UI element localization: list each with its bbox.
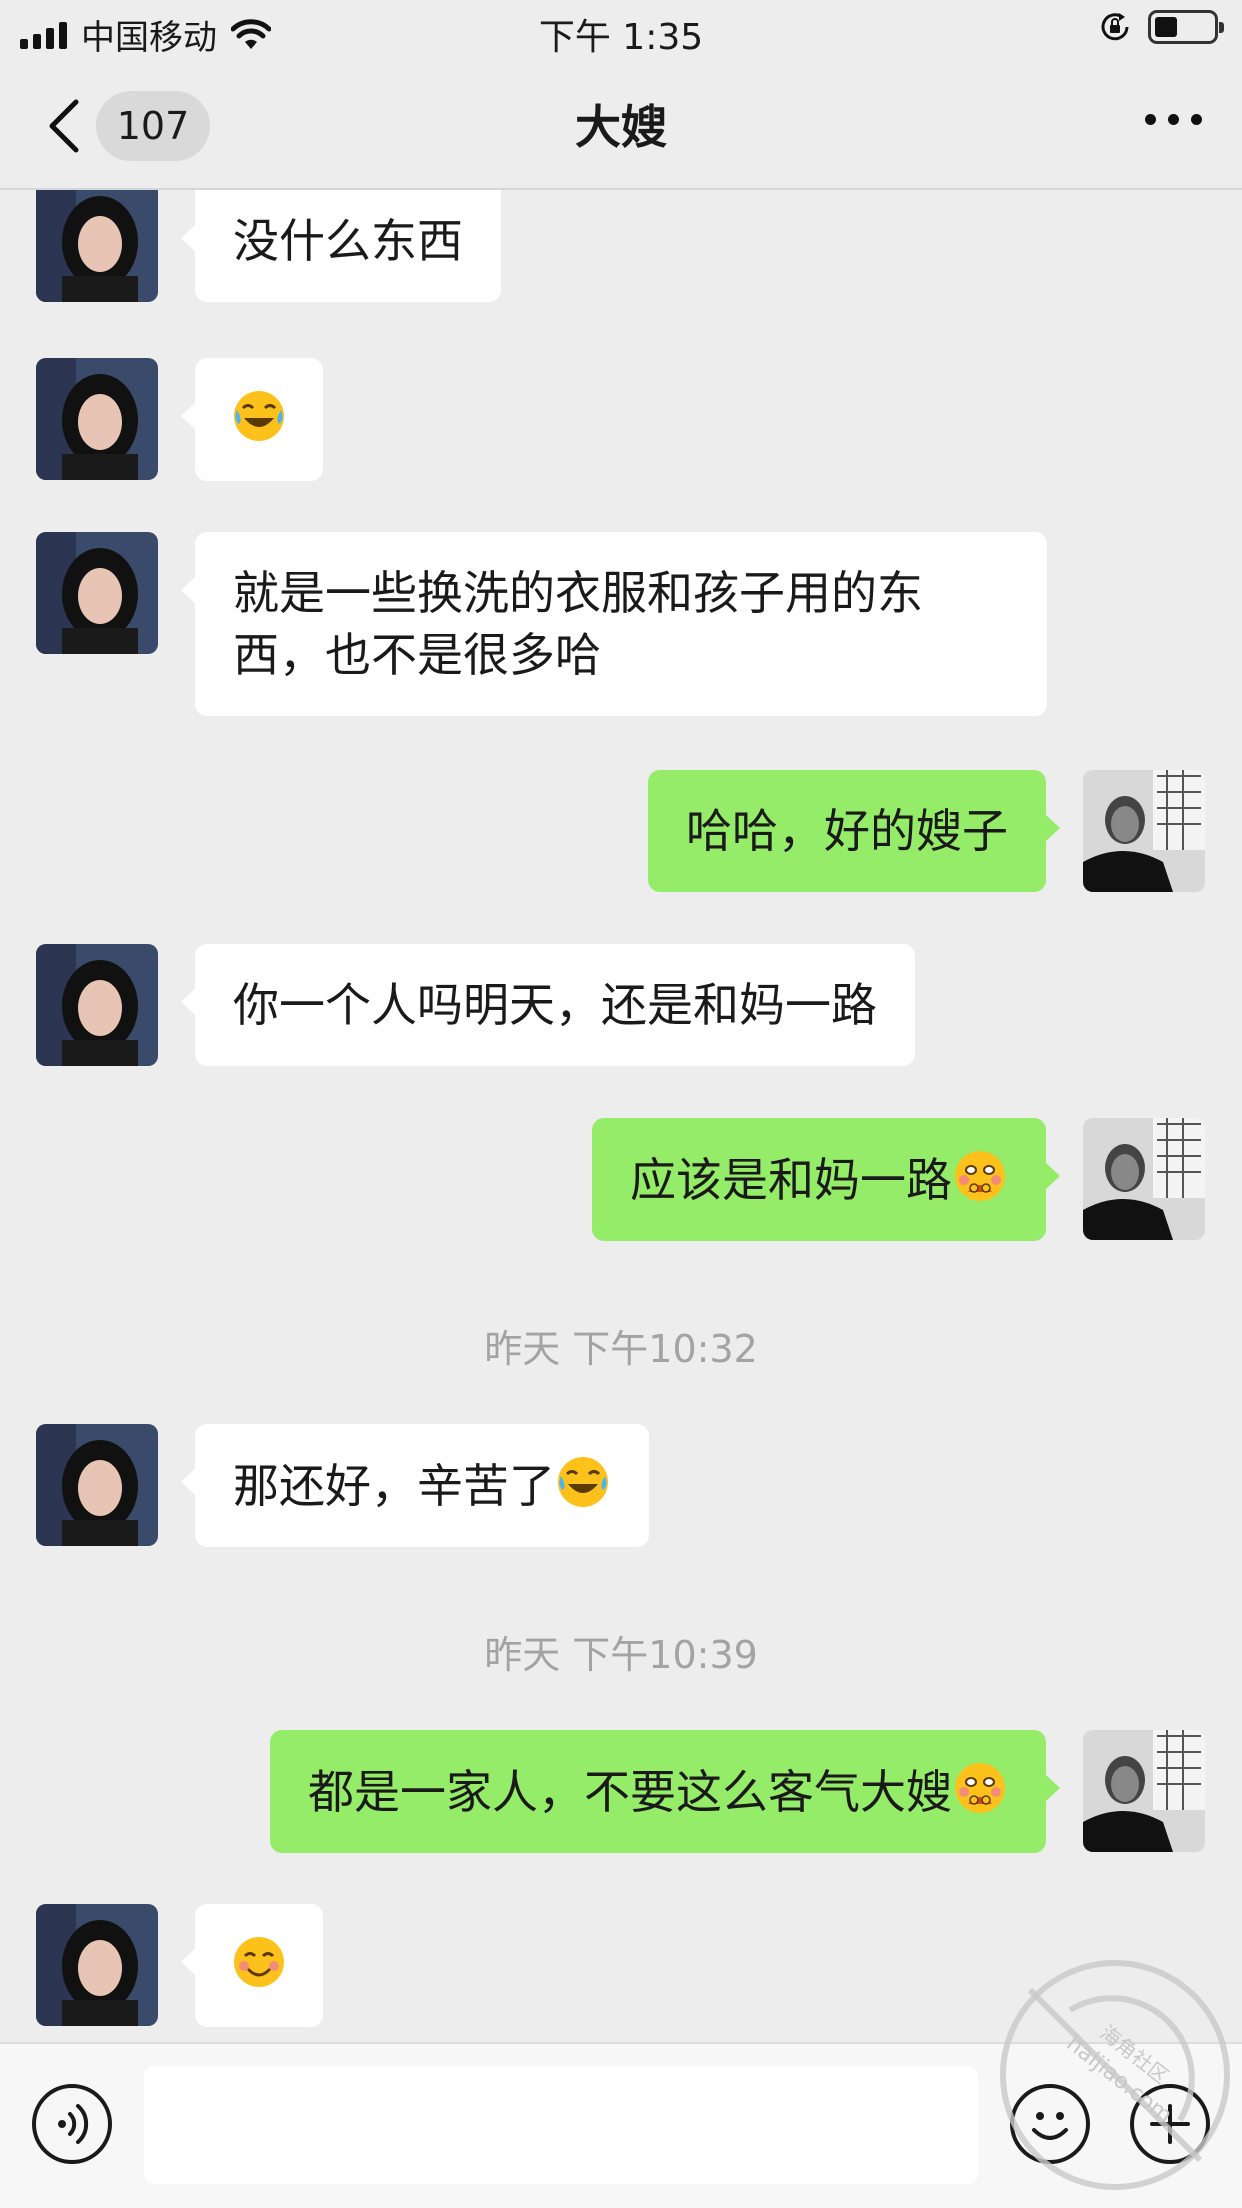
message-text: 那还好，辛苦了 (233, 1459, 555, 1513)
message-input[interactable] (144, 2066, 978, 2184)
contact-avatar[interactable] (36, 1904, 158, 2026)
rotation-lock-icon (1101, 13, 1129, 41)
received-message-bubble[interactable] (181, 358, 323, 481)
plus-icon (1150, 2104, 1190, 2144)
back-chevron-icon[interactable] (40, 94, 90, 158)
status-bar: 中国移动 下午 1:35 (0, 0, 1242, 64)
more-options-icon[interactable] (1145, 114, 1202, 125)
sent-message-bubble[interactable]: 应该是和妈一路 (592, 1118, 1060, 1241)
status-right (1098, 10, 1224, 44)
message-timestamp: 昨天 下午10:39 (484, 1633, 758, 1677)
my-avatar[interactable] (1083, 1730, 1205, 1852)
input-bar (0, 2042, 1242, 2208)
contact-avatar[interactable] (36, 944, 158, 1066)
my-avatar[interactable] (1083, 1118, 1205, 1240)
shy-emoji-icon (955, 1151, 1005, 1201)
contact-avatar[interactable] (36, 358, 158, 480)
emoji-picker-button[interactable] (1010, 2084, 1090, 2164)
tears-of-joy-emoji-icon (558, 1457, 608, 1507)
unread-count-badge[interactable]: 107 (96, 91, 210, 161)
message-timestamp: 昨天 下午10:32 (484, 1327, 758, 1371)
message-list[interactable]: 没什么东西 就是一些换洗的衣服和孩子用的东 西，也不是很多哈 哈哈，好的嫂子 你… (0, 190, 1242, 2042)
message-line: 西，也不是很多哈 (233, 628, 601, 682)
smile-emoji-icon (234, 1937, 284, 1987)
voice-icon (58, 2104, 89, 2144)
shy-emoji-icon (955, 1763, 1005, 1813)
received-message-bubble[interactable]: 你一个人吗明天，还是和妈一路 (181, 944, 915, 1066)
more-actions-button[interactable] (1130, 2084, 1210, 2164)
contact-avatar[interactable] (36, 1424, 158, 1546)
message-line: 就是一些换洗的衣服和孩子用的东 (233, 566, 923, 620)
battery-icon (1148, 10, 1224, 44)
status-time: 下午 1:35 (538, 17, 704, 58)
received-message-bubble[interactable]: 没什么东西 (181, 190, 501, 302)
sent-message-bubble[interactable]: 都是一家人，不要这么客气大嫂 (270, 1730, 1060, 1853)
tears-of-joy-emoji-icon (234, 391, 284, 441)
contact-avatar[interactable] (36, 532, 158, 654)
my-avatar[interactable] (1083, 770, 1205, 892)
chat-header: 107 大嫂 (0, 64, 1242, 190)
message-text: 都是一家人，不要这么客气大嫂 (308, 1765, 952, 1819)
received-message-bubble[interactable]: 就是一些换洗的衣服和孩子用的东 西，也不是很多哈 (181, 532, 1047, 716)
received-message-bubble[interactable]: 那还好，辛苦了 (181, 1424, 649, 1547)
message-text: 应该是和妈一路 (630, 1153, 952, 1207)
sent-message-bubble[interactable]: 哈哈，好的嫂子 (648, 770, 1060, 892)
contact-avatar[interactable] (36, 190, 158, 302)
received-message-bubble[interactable] (181, 1904, 323, 2027)
smiley-icon (1032, 2112, 1068, 2140)
voice-input-button[interactable] (32, 2084, 112, 2164)
